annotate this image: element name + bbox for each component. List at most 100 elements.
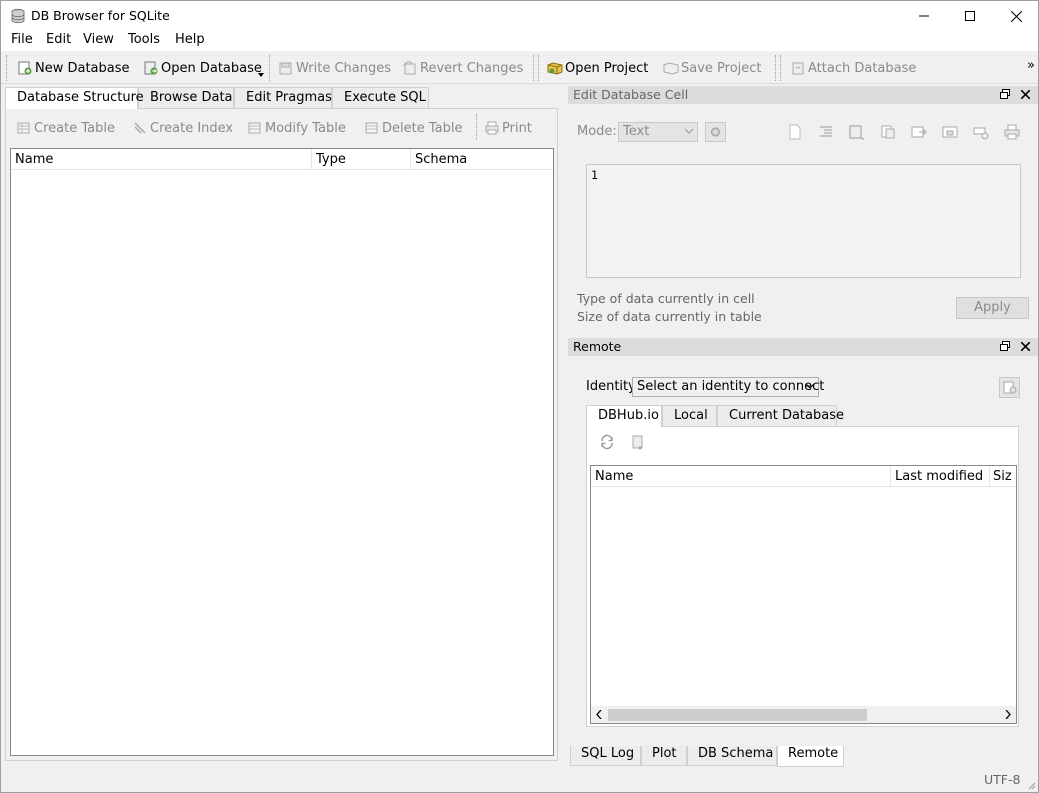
close-dock-icon[interactable] [1021,342,1030,351]
tab-plot[interactable]: Plot [641,746,687,766]
toolbar-handle[interactable] [780,55,781,81]
revert-changes-button[interactable]: Revert Changes [402,57,523,79]
open-database-button[interactable]: Open Database [143,57,262,79]
tab-edit-pragmas[interactable]: Edit Pragmas [234,87,332,108]
float-dock-icon[interactable] [1000,341,1010,351]
indent-icon[interactable] [818,124,834,140]
cell-size-info: Size of data currently in table [577,309,762,324]
horizontal-scrollbar[interactable] [591,706,1016,723]
open-in-window-icon[interactable] [942,124,958,140]
save-project-label: Save Project [681,60,762,76]
column-divider[interactable] [410,149,411,169]
revert-changes-icon [403,61,416,75]
remote-database-list[interactable]: Name Last modified Siz [590,465,1017,724]
export-icon[interactable] [848,123,866,141]
database-app-icon [11,8,25,24]
print-label: Print [502,120,532,136]
column-header-type[interactable]: Type [316,152,346,167]
toolbar-handle[interactable] [538,55,539,81]
menu-edit[interactable]: Edit [45,32,72,47]
chevron-down-icon [806,383,814,389]
column-header-size[interactable]: Siz [993,469,1012,484]
refresh-icon[interactable] [599,434,615,450]
scrollbar-thumb[interactable] [608,709,867,721]
title-bar: DB Browser for SQLite [1,1,1038,31]
attach-database-button[interactable]: Attach Database [790,57,916,79]
close-window-button[interactable] [993,1,1039,31]
menu-view[interactable]: View [82,32,115,47]
cell-type-info: Type of data currently in cell [577,291,755,306]
toolbar-separator [476,114,477,140]
identity-label: Identity [586,379,636,394]
column-header-name[interactable]: Name [15,152,53,167]
printer-icon[interactable] [1004,124,1020,140]
import-icon[interactable] [911,124,927,140]
schema-tree[interactable]: Name Type Schema [10,148,554,756]
identity-settings-button[interactable] [999,377,1020,398]
copy-icon[interactable] [880,124,896,140]
minimize-button[interactable] [901,1,947,31]
write-changes-button[interactable]: Write Changes [278,57,391,79]
print-button[interactable]: Print [484,119,532,137]
cell-editor-content: 1 [591,168,598,182]
delete-table-button[interactable]: Delete Table [364,119,462,137]
cell-editor-text[interactable]: 1 [586,164,1021,278]
column-header-last-modified[interactable]: Last modified [895,469,983,484]
set-null-icon[interactable] [973,124,989,140]
tab-dbhub[interactable]: DBHub.io [586,405,662,427]
menu-help[interactable]: Help [174,32,206,47]
tab-execute-sql[interactable]: Execute SQL [332,87,429,108]
chevron-down-icon [685,128,693,134]
modify-table-label: Modify Table [265,120,346,136]
tab-remote[interactable]: Remote [777,746,844,767]
clone-database-icon[interactable] [630,434,646,450]
column-header-name[interactable]: Name [595,469,633,484]
toolbar-separator [775,55,776,81]
column-divider[interactable] [989,466,990,486]
column-header-schema[interactable]: Schema [415,152,467,167]
mode-select[interactable]: Text [618,122,698,142]
app-window: DB Browser for SQLite File Edit View Too… [0,0,1039,793]
resize-grip-icon[interactable] [1026,780,1036,790]
open-database-icon [144,61,158,75]
edit-cell-title: Edit Database Cell [573,87,689,102]
tab-current-database[interactable]: Current Database [717,405,844,426]
column-divider[interactable] [311,149,312,169]
main-toolbar: New Database Open Database Write Changes… [1,51,1038,84]
maximize-button[interactable] [947,1,993,31]
identity-value: Select an identity to connect [637,379,825,394]
column-divider[interactable] [890,466,891,486]
tab-local[interactable]: Local [662,405,717,426]
menu-bar: File Edit View Tools Help [1,31,1038,51]
auto-switch-mode-button[interactable] [705,122,726,142]
open-database-dropdown-icon[interactable] [258,73,264,77]
open-project-button[interactable]: Open Project [547,57,648,79]
modify-table-button[interactable]: Modify Table [247,119,346,137]
menu-file[interactable]: File [10,32,34,47]
scroll-right-icon[interactable] [1005,710,1011,719]
create-index-button[interactable]: Create Index [132,119,233,137]
float-dock-icon[interactable] [1000,89,1010,99]
open-project-icon [547,62,563,75]
apply-button[interactable]: Apply [956,297,1029,319]
toolbar-separator [533,55,534,81]
create-index-label: Create Index [150,120,234,136]
menu-tools[interactable]: Tools [127,32,161,47]
tab-browse-data[interactable]: Browse Data [138,87,234,108]
close-dock-icon[interactable] [1021,90,1030,99]
toolbar-overflow-button[interactable]: » [1027,58,1035,73]
open-project-label: Open Project [565,60,649,76]
revert-changes-label: Revert Changes [420,60,524,76]
identity-select[interactable]: Select an identity to connect [632,377,824,397]
scroll-left-icon[interactable] [596,710,602,719]
import-file-icon[interactable] [787,124,803,140]
save-project-button[interactable]: Save Project [663,57,762,79]
delete-table-label: Delete Table [382,120,463,136]
create-table-button[interactable]: Create Table [16,119,115,137]
tab-db-schema[interactable]: DB Schema [687,746,777,766]
tab-sql-log[interactable]: SQL Log [570,746,641,766]
new-database-button[interactable]: New Database [17,57,130,79]
toolbar-handle[interactable] [6,55,7,81]
tab-database-structure[interactable]: Database Structure [5,87,144,109]
toolbar-separator [269,55,270,81]
